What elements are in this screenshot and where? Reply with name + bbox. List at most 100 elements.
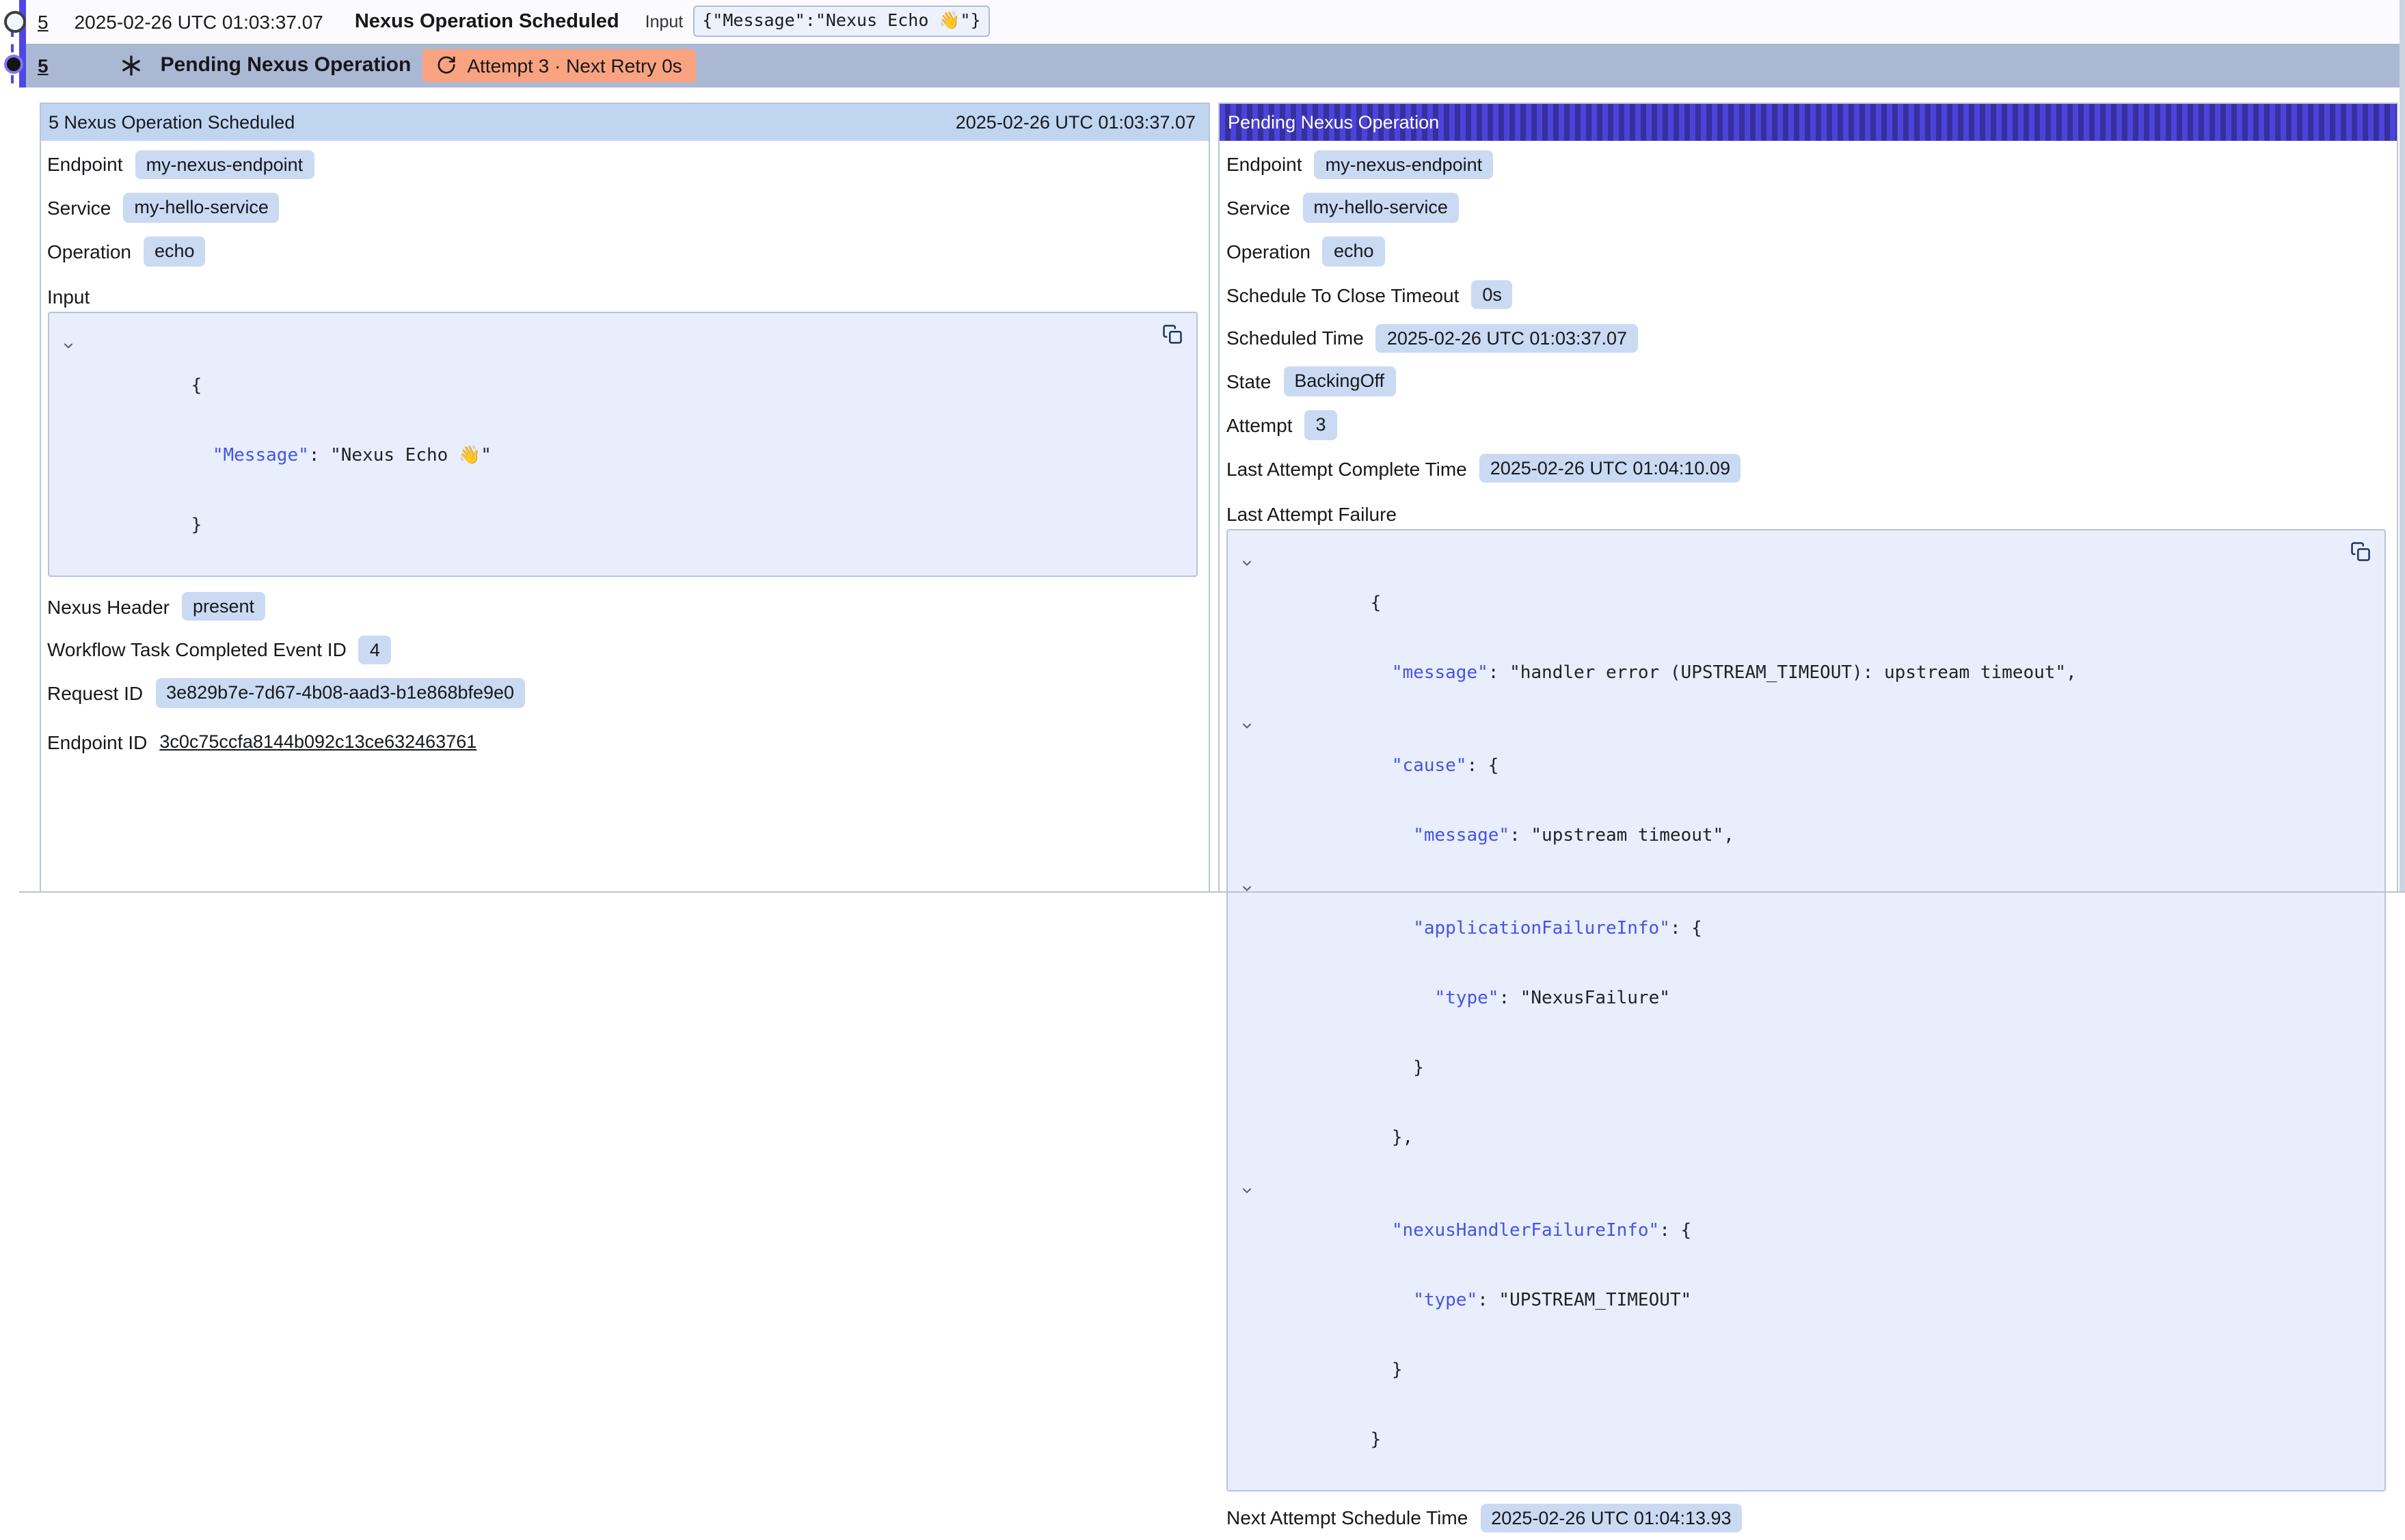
field-value-badge: my-hello-service <box>123 193 280 223</box>
event-panel-title: 5 Nexus Operation Scheduled <box>49 112 295 133</box>
json-line: "type": "UPSTREAM_TIMEOUT" <box>1239 1265 2343 1335</box>
event-input-label: Input <box>645 12 684 31</box>
field-label: Scheduled Time <box>1226 327 1364 349</box>
field-row-workflow-task-completed-event-id: Workflow Task Completed Event ID 4 <box>47 628 1201 672</box>
event-panel-header: 5 Nexus Operation Scheduled 2025-02-26 U… <box>40 104 1208 140</box>
json-line: "message": "upstream timeout", <box>1239 800 2343 870</box>
chevron-down-icon[interactable] <box>61 339 75 353</box>
field-value-badge: 3e829b7e-7d67-4b08-aad3-b1e868bfe9e0 <box>155 679 525 708</box>
json-line: } <box>1239 1033 2343 1103</box>
field-label: Service <box>1226 197 1290 219</box>
attempt-badge-text: Attempt 3 · Next Retry 0s <box>467 54 682 76</box>
field-value-badge: present <box>182 592 265 621</box>
event-panel-body: Endpoint my-nexus-endpoint Service my-he… <box>40 140 1208 764</box>
field-value-badge: echo <box>1323 237 1385 266</box>
json-line: "cause": { <box>1239 707 2343 800</box>
event-row-pending-nexus-operation[interactable]: 5 Pending Nexus Operation Attempt 3 · Ne… <box>25 43 2405 87</box>
field-label: Endpoint <box>47 154 123 176</box>
field-row-endpoint: Endpoint my-nexus-endpoint <box>47 143 1201 187</box>
input-json-viewer: { "Message": "Nexus Echo 👋" } <box>47 312 1197 577</box>
field-label: Workflow Task Completed Event ID <box>47 639 347 661</box>
json-line: "nexusHandlerFailureInfo": { <box>1239 1172 2343 1265</box>
field-value-badge: 2025-02-26 UTC 01:04:13.93 <box>1480 1503 1742 1532</box>
field-label: Next Attempt Schedule Time <box>1226 1507 1468 1529</box>
pending-panel-header: Pending Nexus Operation <box>1220 104 2397 140</box>
retry-icon <box>435 55 456 75</box>
field-label: Attempt <box>1226 414 1293 436</box>
failure-json-viewer: { "message": "handler error (UPSTREAM_TI… <box>1226 528 2386 1491</box>
json-line: { <box>1239 545 2343 638</box>
field-label: Schedule To Close Timeout <box>1226 284 1459 306</box>
event-row-nexus-operation-scheduled[interactable]: 5 2025-02-26 UTC 01:03:37.07 Nexus Opera… <box>25 0 2405 43</box>
event-id-link[interactable]: 5 <box>38 11 49 33</box>
copy-icon[interactable] <box>1161 324 1183 346</box>
field-row-next-attempt-schedule-time: Next Attempt Schedule Time 2025-02-26 UT… <box>1226 1496 2390 1540</box>
field-value-badge: 4 <box>359 635 391 664</box>
json-line: "type": "NexusFailure" <box>1239 963 2343 1033</box>
json-line: "message": "handler error (UPSTREAM_TIME… <box>1239 638 2343 707</box>
event-detail-panel: 5 Nexus Operation Scheduled 2025-02-26 U… <box>39 103 1209 893</box>
chevron-down-icon[interactable] <box>1240 718 1254 732</box>
timeline-marker-dot-icon <box>4 55 23 74</box>
field-label: Endpoint <box>1226 154 1302 176</box>
chevron-down-icon[interactable] <box>1240 556 1254 569</box>
pending-asterisk-icon <box>121 54 143 76</box>
field-row-attempt: Attempt 3 <box>1226 403 2390 447</box>
endpoint-id-link[interactable]: 3c0c75ccfa8144b092c13ce632463761 <box>159 732 476 753</box>
field-value-badge: 2025-02-26 UTC 01:03:37.07 <box>1376 323 1638 353</box>
field-row-service: Service my-hello-service <box>1226 187 2390 230</box>
field-value-badge: 2025-02-26 UTC 01:04:10.09 <box>1479 454 1741 483</box>
json-line: }, <box>1239 1103 2343 1172</box>
field-label: Endpoint ID <box>47 731 147 753</box>
field-row-operation: Operation echo <box>47 230 1201 273</box>
json-line: { <box>59 328 1155 421</box>
field-value-badge: BackingOff <box>1283 367 1395 396</box>
field-row-endpoint: Endpoint my-nexus-endpoint <box>1226 143 2390 187</box>
field-value-badge: 0s <box>1471 280 1513 310</box>
field-value-badge: my-nexus-endpoint <box>1315 150 1494 179</box>
pending-title: Pending Nexus Operation <box>161 53 412 77</box>
event-timestamp: 2025-02-26 UTC 01:03:37.07 <box>75 11 323 33</box>
field-label: Nexus Header <box>47 595 170 617</box>
json-line: } <box>59 491 1155 560</box>
field-row-state: State BackingOff <box>1226 360 2390 404</box>
field-label: Service <box>47 197 111 219</box>
pending-panel-body: Endpoint my-nexus-endpoint Service my-he… <box>1220 140 2397 1540</box>
field-label: Last Attempt Complete Time <box>1226 457 1467 479</box>
field-value-badge: my-hello-service <box>1302 193 1459 223</box>
copy-icon[interactable] <box>2350 541 2372 563</box>
attempt-retry-badge: Attempt 3 · Next Retry 0s <box>422 49 695 81</box>
timeline-marker-circle-icon <box>3 11 25 33</box>
event-title: Nexus Operation Scheduled <box>355 11 619 33</box>
field-row-schedule-to-close-timeout: Schedule To Close Timeout 0s <box>1226 273 2390 317</box>
json-line: } <box>1239 1405 2343 1474</box>
workflow-event-history-screen: 5 2025-02-26 UTC 01:03:37.07 Nexus Opera… <box>0 0 2405 893</box>
event-panel-timestamp: 2025-02-26 UTC 01:03:37.07 <box>956 112 1196 133</box>
pending-panel-title: Pending Nexus Operation <box>1228 112 1439 133</box>
vertical-scrollbar[interactable] <box>2399 0 2405 893</box>
field-value-badge: my-nexus-endpoint <box>135 150 314 179</box>
field-label: State <box>1226 370 1271 392</box>
field-row-operation: Operation echo <box>1226 230 2390 273</box>
field-row-request-id: Request ID 3e829b7e-7d67-4b08-aad3-b1e86… <box>47 672 1201 716</box>
field-label: Operation <box>47 241 131 262</box>
json-line: "applicationFailureInfo": { <box>1239 870 2343 963</box>
field-row-service: Service my-hello-service <box>47 187 1201 230</box>
pending-event-id-link[interactable]: 5 <box>38 54 49 76</box>
field-label: Request ID <box>47 682 143 704</box>
event-input-preview-chip: {"Message":"Nexus Echo 👋"} <box>693 6 990 38</box>
json-line: } <box>1239 1335 2343 1405</box>
field-row-nexus-header: Nexus Header present <box>47 585 1201 629</box>
chevron-down-icon[interactable] <box>1240 1183 1254 1197</box>
field-value-badge: echo <box>144 237 206 266</box>
input-section-label: Input <box>47 273 1201 312</box>
field-label: Operation <box>1226 241 1311 262</box>
last-attempt-failure-label: Last Attempt Failure <box>1226 490 2390 528</box>
field-row-last-attempt-complete-time: Last Attempt Complete Time 2025-02-26 UT… <box>1226 447 2390 491</box>
field-value-badge: 3 <box>1305 410 1337 440</box>
field-row-scheduled-time: Scheduled Time 2025-02-26 UTC 01:03:37.0… <box>1226 316 2390 360</box>
chevron-down-icon[interactable] <box>1240 881 1254 895</box>
pending-operation-panel: Pending Nexus Operation Endpoint my-nexu… <box>1218 103 2398 893</box>
json-line: "Message": "Nexus Echo 👋" <box>59 421 1155 491</box>
field-row-endpoint-id: Endpoint ID 3c0c75ccfa8144b092c13ce63246… <box>47 720 1201 764</box>
